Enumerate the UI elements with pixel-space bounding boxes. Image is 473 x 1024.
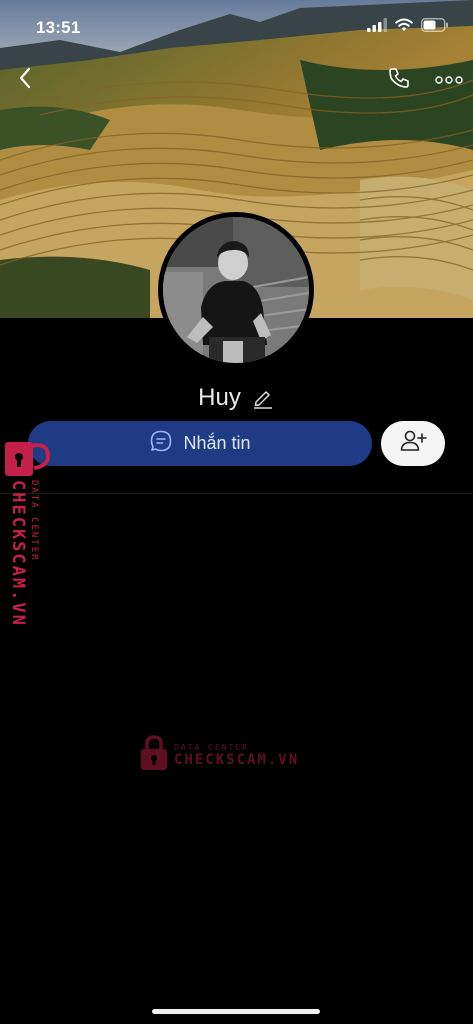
more-dots-icon — [435, 71, 463, 89]
watermark-center-sub: DATA CENTER — [174, 743, 249, 752]
phone-icon — [387, 66, 411, 95]
back-button[interactable] — [10, 62, 40, 98]
watermark-center: DATA CENTER CHECKSCAM.VN — [140, 735, 299, 776]
watermark-center-brand: CHECKSCAM.VN — [174, 752, 300, 768]
more-button[interactable] — [430, 64, 468, 96]
chevron-left-icon — [18, 67, 32, 94]
call-button[interactable] — [383, 64, 415, 96]
signal-icon — [367, 18, 387, 37]
home-indicator[interactable] — [152, 1009, 320, 1014]
padlock-icon — [4, 438, 52, 483]
status-bar: 13:51 — [0, 0, 473, 54]
avatar[interactable] — [158, 212, 314, 368]
message-label: Nhắn tin — [183, 433, 251, 453]
avatar-photo — [163, 217, 309, 363]
watermark-side-sub: DATA CENTER — [29, 480, 39, 562]
add-user-icon — [399, 429, 427, 458]
profile-name: Huy — [198, 384, 241, 411]
battery-icon — [421, 18, 449, 37]
wifi-icon — [395, 18, 413, 37]
message-button[interactable]: Nhắn tin — [28, 421, 372, 466]
divider — [0, 493, 473, 494]
status-time: 13:51 — [36, 18, 81, 37]
padlock-icon — [140, 735, 168, 776]
status-indicators — [367, 18, 449, 37]
add-friend-button[interactable] — [381, 421, 445, 466]
chat-bubble-icon — [149, 429, 173, 458]
profile-name-row: Huy — [0, 380, 473, 416]
watermark-side-brand: CHECKSCAM.VN — [8, 480, 28, 627]
pencil-icon[interactable] — [251, 386, 275, 410]
